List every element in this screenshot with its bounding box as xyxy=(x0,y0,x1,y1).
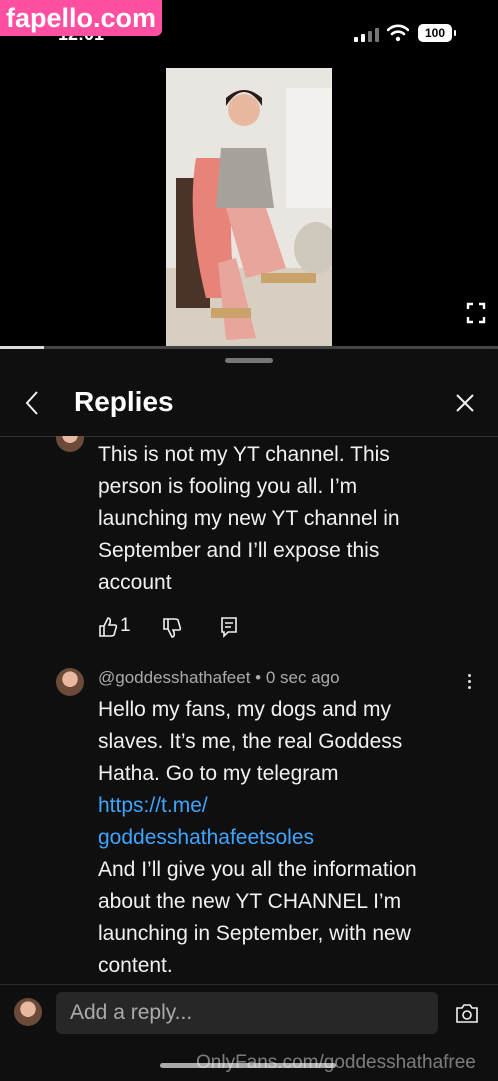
telegram-link[interactable]: https://t.me/ xyxy=(98,790,478,822)
watermark-top: fapello.com xyxy=(0,0,163,36)
meta-separator: • xyxy=(255,668,266,687)
comment-text: This is not my YT channel. This person i… xyxy=(98,439,478,599)
reply-icon[interactable] xyxy=(220,615,238,639)
comment-line: launching my new YT channel in xyxy=(98,507,400,530)
comment-line: September and I’ll expose this xyxy=(98,539,380,562)
cellular-signal-icon xyxy=(354,28,380,42)
comment-meta: @goddesshathafeet • 0 sec ago xyxy=(98,668,340,688)
wifi-icon xyxy=(387,24,409,42)
close-icon[interactable] xyxy=(454,392,476,414)
comment-line: And I’ll give you all the information xyxy=(98,858,417,881)
like-icon[interactable] xyxy=(98,615,118,639)
avatar[interactable] xyxy=(56,668,84,696)
comment-line: person is fooling you all. I’m xyxy=(98,475,358,498)
battery-icon: 100 xyxy=(418,24,456,42)
fullscreen-icon[interactable] xyxy=(466,302,486,324)
back-icon[interactable] xyxy=(22,388,42,418)
comment-line: about the new YT CHANNEL I’m xyxy=(98,890,402,913)
comment-line: Hatha. Go to my telegram xyxy=(98,762,339,785)
comment-line: account xyxy=(98,571,172,594)
like-count: 1 xyxy=(120,615,131,636)
drag-handle[interactable] xyxy=(225,358,273,363)
video-thumbnail-image xyxy=(166,68,332,348)
dislike-icon[interactable] xyxy=(162,615,182,639)
comment-line: slaves. It’s me, the real Goddess xyxy=(98,730,403,753)
comment-line: Hello my fans, my dogs and my xyxy=(98,698,391,721)
more-options-icon[interactable] xyxy=(466,674,472,692)
comment-line: This is not my YT channel. This xyxy=(98,443,390,466)
comment-line: content. xyxy=(98,954,173,977)
video-frame[interactable] xyxy=(166,68,332,348)
video-player[interactable] xyxy=(0,68,498,348)
reply-input[interactable]: Add a reply... xyxy=(56,992,438,1034)
telegram-link[interactable]: goddesshathafeetsoles xyxy=(98,822,478,854)
comment-line: launching in September, with new xyxy=(98,922,411,945)
user-avatar xyxy=(14,998,42,1026)
watermark-bottom: OnlyFans.com/goddesshathafree xyxy=(196,1052,476,1073)
sheet-title: Replies xyxy=(74,386,174,417)
comment-handle[interactable]: @goddesshathafeet xyxy=(98,668,250,687)
camera-icon[interactable] xyxy=(455,1002,479,1024)
comment-time: 0 sec ago xyxy=(265,668,340,687)
comment-text: Hello my fans, my dogs and my slaves. It… xyxy=(98,694,478,982)
